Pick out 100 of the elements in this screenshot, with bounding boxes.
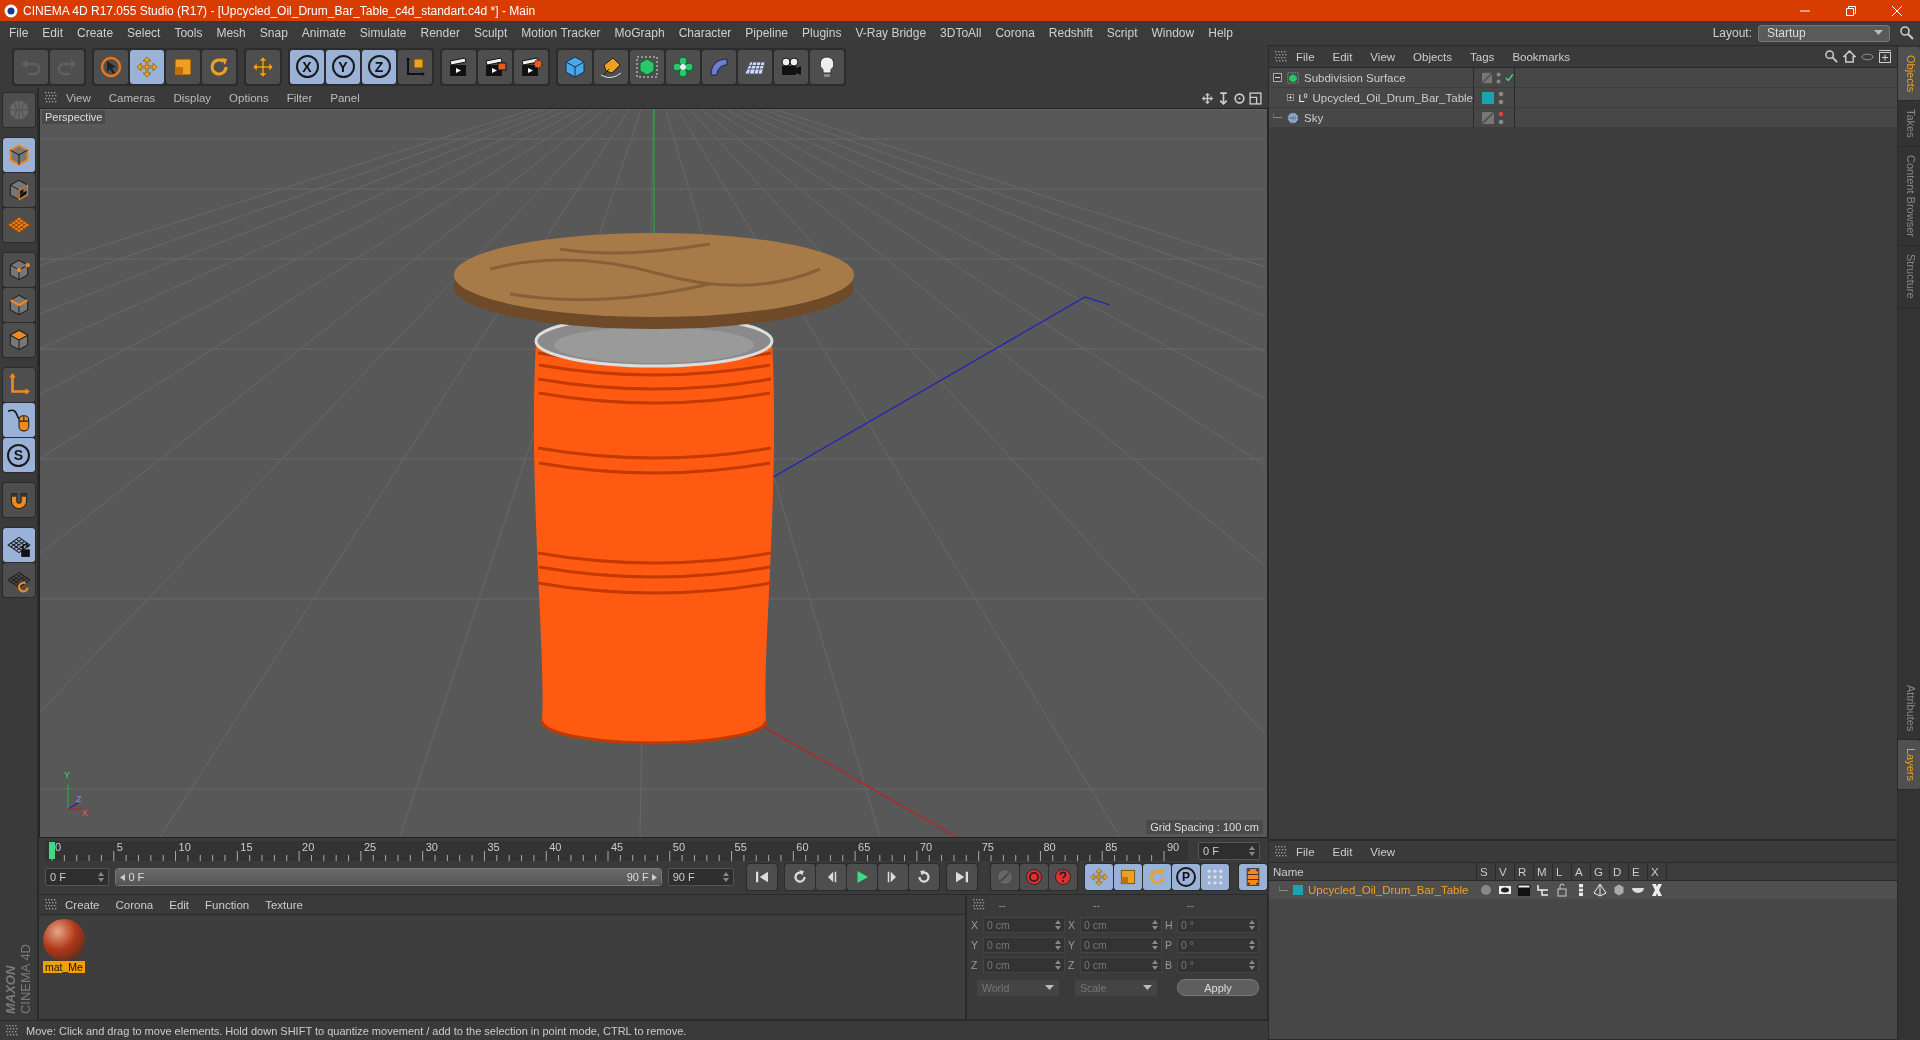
frame-range-slider[interactable]: 0 F 90 F — [115, 868, 662, 886]
spinner-icon[interactable] — [1055, 940, 1061, 950]
cube-button[interactable] — [558, 49, 592, 84]
menu-item[interactable]: Objects — [1404, 50, 1462, 63]
menu-item[interactable]: V-Ray Bridge — [848, 26, 934, 40]
camera-button[interactable] — [774, 49, 808, 84]
xref-icon[interactable] — [1650, 883, 1664, 897]
menu-item[interactable]: Sculpt — [466, 26, 515, 40]
box-icon[interactable] — [1612, 883, 1626, 897]
pen-button[interactable] — [594, 49, 628, 84]
visibility-dots-icon[interactable] — [1498, 90, 1504, 105]
material-ball[interactable] — [43, 919, 85, 961]
menu-item[interactable]: Create — [57, 898, 108, 911]
panel-tab[interactable]: Takes — [1898, 101, 1920, 148]
menu-item[interactable]: Edit — [1323, 50, 1362, 63]
pan-icon[interactable] — [1201, 91, 1214, 105]
column-header[interactable]: M — [1534, 863, 1553, 880]
menu-item[interactable]: Bookmarks — [1503, 50, 1579, 63]
render-settings-button[interactable] — [514, 49, 548, 84]
clapperboard-icon[interactable] — [1517, 883, 1531, 897]
axis-mode-button[interactable] — [2, 368, 35, 402]
panel-tab[interactable]: Content Browser — [1898, 147, 1920, 246]
column-header[interactable]: X — [1648, 863, 1667, 880]
scale-button[interactable] — [166, 49, 200, 84]
object-name[interactable]: Subdivision Surface — [1304, 71, 1406, 84]
menu-item[interactable]: Render — [413, 26, 467, 40]
pyramid-icon[interactable] — [1593, 883, 1607, 897]
eye-icon[interactable] — [1498, 883, 1512, 897]
light-button[interactable] — [810, 49, 844, 84]
checkmark-icon[interactable] — [1505, 73, 1514, 82]
move-button[interactable] — [130, 49, 164, 84]
material-name[interactable]: mat_Me — [43, 961, 85, 973]
magnet-button[interactable] — [2, 483, 35, 517]
key-scale-button[interactable] — [1114, 864, 1142, 890]
column-header[interactable]: A — [1572, 863, 1591, 880]
apply-button[interactable]: Apply — [1177, 979, 1259, 996]
panel-tab[interactable]: Structure — [1898, 246, 1920, 308]
spinner-icon[interactable] — [1249, 960, 1255, 970]
object-name[interactable]: Upcycled_Oil_Drum_Bar_Table — [1312, 91, 1473, 104]
new-panel-icon[interactable] — [1879, 50, 1891, 63]
prev-frame-button[interactable] — [816, 864, 846, 890]
lock-grid-button[interactable] — [2, 528, 35, 562]
hierarchy-icon[interactable] — [1536, 883, 1550, 897]
menu-item[interactable]: View — [1361, 845, 1405, 858]
collapse-icon[interactable] — [1273, 73, 1282, 82]
menu-item[interactable]: Edit — [35, 26, 71, 40]
menu-item[interactable]: Corona — [107, 898, 162, 911]
menu-item[interactable]: Filter — [277, 92, 322, 104]
key-param-button[interactable]: P — [1172, 864, 1200, 890]
menu-item[interactable]: Character — [671, 26, 739, 40]
coords-button[interactable] — [398, 49, 432, 84]
floor-button[interactable] — [738, 49, 772, 84]
menu-item[interactable]: Animate — [294, 26, 353, 40]
column-header[interactable]: R — [1515, 863, 1534, 880]
last-tool-button[interactable] — [246, 49, 280, 84]
axis-button[interactable]: X — [290, 49, 324, 84]
menu-item[interactable]: Mesh — [209, 26, 253, 40]
column-header[interactable]: D — [1610, 863, 1629, 880]
menu-item[interactable]: Pipeline — [738, 26, 796, 40]
menu-item[interactable]: Display — [164, 92, 221, 104]
menu-item[interactable]: Cameras — [99, 92, 165, 104]
menu-item[interactable]: Texture — [257, 898, 311, 911]
orbit-icon[interactable] — [1233, 91, 1246, 105]
render-view-button[interactable] — [442, 49, 476, 84]
search-icon[interactable] — [1900, 26, 1914, 40]
spinner-icon[interactable] — [1152, 920, 1158, 930]
spinner-icon[interactable] — [1055, 920, 1061, 930]
spinner-icon[interactable] — [1249, 920, 1255, 930]
column-header[interactable]: E — [1629, 863, 1648, 880]
spinner-icon[interactable] — [1152, 940, 1158, 950]
lock-icon[interactable] — [1555, 883, 1569, 897]
menu-item[interactable]: Script — [1099, 26, 1145, 40]
menu-item[interactable]: Tags — [1461, 50, 1504, 63]
snap-button[interactable]: S — [2, 438, 35, 472]
texture-button[interactable] — [2, 173, 35, 207]
first-button[interactable] — [747, 864, 777, 890]
rotate-button[interactable] — [202, 49, 236, 84]
timeline-button[interactable] — [1239, 864, 1267, 890]
panel-tab[interactable]: Layers — [1898, 739, 1920, 790]
menu-item[interactable]: Create — [70, 26, 121, 40]
workplane-button[interactable] — [2, 208, 35, 242]
panel-tab[interactable]: Objects — [1898, 47, 1920, 102]
model-button[interactable] — [2, 138, 35, 172]
record-button[interactable] — [1020, 864, 1048, 890]
visibility-dots-icon[interactable] — [1498, 110, 1504, 125]
next-frame-button[interactable] — [878, 864, 908, 890]
menu-item[interactable]: Edit — [1323, 845, 1362, 858]
column-header[interactable]: G — [1591, 863, 1610, 880]
menu-item[interactable]: 3DToAll — [933, 26, 989, 40]
column-header[interactable]: V — [1496, 863, 1515, 880]
panel-tab[interactable]: Attributes — [1898, 676, 1920, 740]
layer-color-swatch[interactable] — [1482, 91, 1494, 104]
menu-item[interactable]: Panel — [321, 92, 369, 104]
points-button[interactable] — [2, 253, 35, 287]
play-button[interactable] — [847, 864, 877, 890]
tweak-button[interactable] — [2, 403, 35, 437]
start-frame-field[interactable]: 0 F — [45, 868, 110, 886]
live-select-button[interactable] — [94, 49, 128, 84]
column-header[interactable]: Name — [1269, 863, 1477, 880]
menu-item[interactable]: Edit — [161, 898, 198, 911]
